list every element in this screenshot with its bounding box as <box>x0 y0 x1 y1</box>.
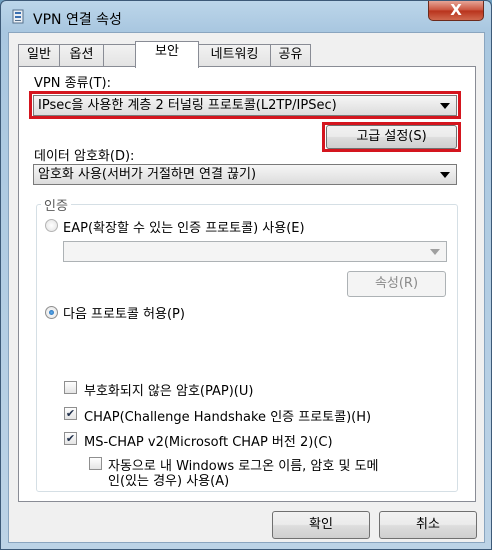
close-button[interactable]: X <box>428 1 484 21</box>
eap-method-select[interactable] <box>63 241 447 262</box>
cancel-button[interactable]: 취소 <box>379 511 477 539</box>
encryption-select[interactable]: 암호화 사용(서버가 거절하면 연결 끊기) <box>33 164 457 185</box>
window-title: VPN 연결 속성 <box>33 12 122 28</box>
vpn-network-icon <box>11 9 25 25</box>
ok-button[interactable]: 확인 <box>272 511 370 539</box>
mschap-checkbox[interactable]: ✔ <box>64 432 77 445</box>
chevron-down-icon <box>440 103 450 109</box>
pap-checkbox[interactable] <box>64 381 77 394</box>
tab-options[interactable]: 옵션 <box>60 44 104 66</box>
vpn-type-select[interactable]: IPsec을 사용한 계층 2 터널링 프로토콜(L2TP/IPSec) <box>33 95 457 116</box>
mschap-label[interactable]: MS-CHAP v2(Microsoft CHAP 버전 2)(C) <box>84 431 333 450</box>
tab-sharing[interactable]: 공유 <box>271 44 311 66</box>
allow-protocols-label[interactable]: 다음 프로토콜 허용(P) <box>63 303 185 322</box>
encryption-value: 암호화 사용(서버가 거절하면 연결 끊기) <box>38 167 257 182</box>
authentication-group-title: 인증 <box>41 195 71 214</box>
encryption-label: 데이터 암호화(D): <box>34 149 135 164</box>
tab-security[interactable]: 보안 <box>135 41 199 68</box>
eap-radio[interactable] <box>45 219 58 232</box>
title-bar[interactable]: VPN 연결 속성 X <box>1 1 491 33</box>
vpn-properties-window: VPN 연결 속성 X 일반 옵션 보안 네트워킹 공유 VPN 종류(T): … <box>0 0 492 550</box>
autologon-label-line2[interactable]: 인(있는 경우) 사용(A) <box>108 470 229 489</box>
vpn-type-label: VPN 종류(T): <box>34 76 111 91</box>
checkmark-icon: ✔ <box>65 432 76 445</box>
chevron-down-icon <box>430 249 440 255</box>
vpn-type-value: IPsec을 사용한 계층 2 터널링 프로토콜(L2TP/IPSec) <box>38 98 337 113</box>
allow-protocols-radio[interactable] <box>45 306 58 319</box>
tab-networking[interactable]: 네트워킹 <box>199 44 271 66</box>
properties-button[interactable]: 속성(R) <box>347 271 446 297</box>
autologon-checkbox[interactable] <box>89 457 102 470</box>
tab-spacer <box>104 44 135 66</box>
tab-general[interactable]: 일반 <box>18 44 60 66</box>
advanced-settings-button[interactable]: 고급 설정(S) <box>326 125 457 149</box>
chap-checkbox[interactable]: ✔ <box>64 407 77 420</box>
checkmark-icon: ✔ <box>65 407 76 420</box>
eap-radio-label[interactable]: EAP(확장할 수 있는 인증 프로토콜) 사용(E) <box>63 217 305 236</box>
pap-label[interactable]: 부호화되지 않은 암호(PAP)(U) <box>84 380 253 399</box>
chap-label[interactable]: CHAP(Challenge Handshake 인증 프로토콜)(H) <box>84 406 371 425</box>
chevron-down-icon <box>440 172 450 178</box>
